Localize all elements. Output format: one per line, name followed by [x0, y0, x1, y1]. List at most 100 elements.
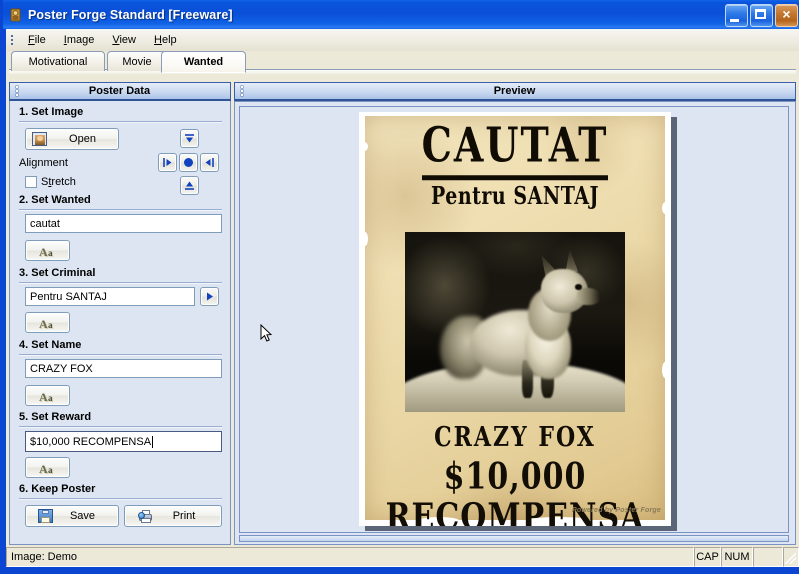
poster-photo	[405, 232, 625, 412]
poster-data-grip-icon[interactable]	[13, 84, 21, 98]
align-left-button[interactable]	[158, 153, 177, 172]
font-aa-icon: Aa	[39, 461, 53, 476]
save-button[interactable]: Save	[25, 505, 119, 527]
section-rule-4	[19, 354, 222, 356]
tab-motivational[interactable]: Motivational	[11, 51, 105, 71]
resize-grip-icon[interactable]	[783, 547, 799, 567]
app-window: Poster Forge Standard [Freeware] × File …	[0, 0, 799, 574]
print-button-label: Print	[172, 510, 196, 522]
window-title: Poster Forge Standard [Freeware]	[28, 7, 233, 22]
font-aa-icon: Aa	[39, 316, 53, 331]
tab-movie[interactable]: Movie	[107, 51, 167, 71]
section-rule-2	[19, 209, 222, 211]
section-label-set-name: 4. Set Name	[19, 339, 82, 351]
align-bottom-button[interactable]	[180, 176, 199, 195]
status-caps-indicator: CAP	[694, 547, 721, 567]
align-top-icon	[185, 134, 194, 143]
preview-canvas[interactable]: CAUTAT Pentru SANTAJ CRAZY FOX $10,000 R…	[239, 106, 789, 533]
align-right-icon	[205, 158, 214, 167]
floppy-disk-icon	[37, 509, 53, 523]
criminal-next-button[interactable]	[200, 287, 219, 306]
client-area: File Image View Help Motivational Movie …	[6, 29, 799, 567]
poster-title: CAUTAT	[359, 117, 671, 181]
poster-subtitle: Pentru SANTAJ	[430, 181, 600, 211]
status-num-indicator: NUM	[721, 547, 753, 567]
section-rule-5	[19, 426, 222, 428]
reward-font-button[interactable]: Aa	[25, 457, 70, 478]
poster-content: CAUTAT Pentru SANTAJ CRAZY FOX $10,000 R…	[359, 112, 671, 526]
section-label-set-criminal: 3. Set Criminal	[19, 267, 96, 279]
open-image-button[interactable]: Open	[25, 128, 119, 150]
stretch-checkbox-row[interactable]: Stretch	[25, 176, 76, 188]
section-rule-1	[19, 121, 222, 123]
tab-strip: Motivational Movie Wanted	[6, 51, 799, 74]
status-bar: Image: Demo CAP NUM	[6, 547, 799, 567]
font-aa-icon: Aa	[39, 389, 53, 404]
fox-snout	[576, 287, 602, 305]
menu-item-image[interactable]: Image	[55, 32, 104, 48]
align-center-button[interactable]	[179, 153, 198, 172]
menu-view-rest: iew	[119, 34, 136, 46]
maximize-icon	[755, 9, 766, 19]
align-center-icon	[184, 158, 193, 167]
title-bar: Poster Forge Standard [Freeware] ×	[3, 0, 799, 29]
menu-item-help[interactable]: Help	[145, 32, 186, 48]
section-rule-3	[19, 282, 222, 284]
align-bottom-icon	[185, 181, 194, 190]
close-icon: ×	[782, 6, 791, 22]
close-button[interactable]: ×	[775, 4, 798, 27]
menu-help-rest: elp	[161, 34, 177, 46]
alignment-label: Alignment	[19, 157, 68, 169]
menu-bar: File Image View Help	[6, 29, 799, 51]
preview-panel[interactable]: CAUTAT Pentru SANTAJ CRAZY FOX $10,000 R…	[234, 101, 796, 545]
print-button[interactable]: Print	[124, 505, 222, 527]
poster-credit: Powered by Poster Forge	[571, 507, 661, 514]
app-icon	[8, 7, 24, 23]
align-left-icon	[163, 158, 172, 167]
tab-motivational-label: Motivational	[28, 55, 88, 68]
tab-wanted[interactable]: Wanted	[161, 51, 246, 73]
stretch-label: Stretch	[41, 176, 76, 188]
poster-data-header: Poster Data	[9, 82, 231, 101]
poster-name: CRAZY FOX	[434, 420, 596, 454]
save-button-label: Save	[69, 510, 96, 522]
poster-title-text: CAUTAT	[421, 117, 609, 181]
maximize-button[interactable]	[750, 4, 773, 27]
align-right-button[interactable]	[200, 153, 219, 172]
criminal-text-input[interactable]: Pentru SANTAJ	[25, 287, 195, 306]
wanted-font-button[interactable]: Aa	[25, 240, 70, 261]
fox-figure	[440, 246, 602, 404]
reward-text-input[interactable]: $10,000 RECOMPENSA	[25, 431, 222, 452]
preview-header: Preview	[234, 82, 796, 101]
stretch-checkbox[interactable]	[25, 176, 37, 188]
wanted-text-input[interactable]: cautat	[25, 214, 222, 233]
poster-data-title: Poster Data	[88, 85, 151, 97]
minimize-icon	[730, 19, 739, 22]
menu-image-rest: mage	[66, 34, 95, 46]
preview-title: Preview	[493, 85, 536, 97]
poster-reward: $10,000 RECOMPENSA	[385, 456, 645, 526]
picture-icon	[32, 132, 47, 146]
tab-wanted-label: Wanted	[183, 56, 224, 68]
menu-item-view[interactable]: View	[103, 32, 145, 48]
printer-icon	[138, 509, 154, 523]
name-text-input[interactable]: CRAZY FOX	[25, 359, 222, 378]
window-controls: ×	[725, 4, 798, 27]
menu-item-file[interactable]: File	[19, 32, 55, 48]
section-label-set-reward: 5. Set Reward	[19, 411, 92, 423]
section-label-set-wanted: 2. Set Wanted	[19, 194, 91, 206]
reward-text-value: $10,000 RECOMPENSA	[30, 435, 152, 448]
name-font-button[interactable]: Aa	[25, 385, 70, 406]
status-message: Image: Demo	[6, 547, 694, 567]
section-label-set-image: 1. Set Image	[19, 106, 84, 118]
minimize-button[interactable]	[725, 4, 748, 27]
criminal-font-button[interactable]: Aa	[25, 312, 70, 333]
section-label-keep-poster: 6. Keep Poster	[19, 483, 96, 495]
menu-grip-icon[interactable]	[8, 32, 16, 48]
poster-preview[interactable]: CAUTAT Pentru SANTAJ CRAZY FOX $10,000 R…	[359, 112, 671, 526]
preview-grip-icon[interactable]	[238, 84, 246, 98]
preview-horizontal-scrollbar[interactable]	[239, 535, 789, 542]
play-arrow-icon	[207, 292, 213, 301]
align-top-button[interactable]	[180, 129, 199, 148]
poster-data-panel: 1. Set Image Open Alignment Stretch 2. S…	[9, 101, 231, 545]
